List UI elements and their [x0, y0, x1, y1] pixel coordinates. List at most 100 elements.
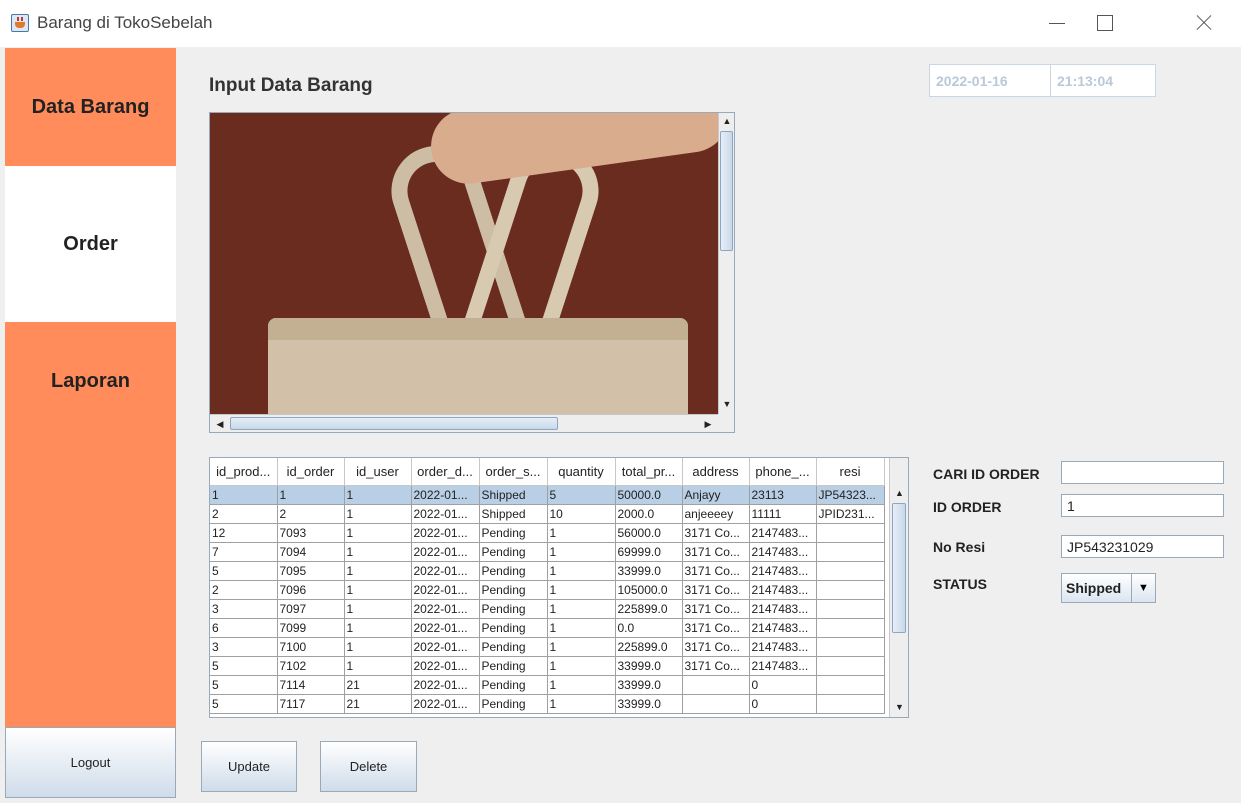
delete-button[interactable]: Delete	[320, 741, 417, 792]
maximize-icon[interactable]	[1081, 0, 1127, 47]
table-cell[interactable]: 33999.0	[615, 694, 683, 714]
table-cell[interactable]: 3171 Co...	[682, 637, 750, 657]
table-cell[interactable]: 2022-01...	[411, 523, 480, 543]
table-cell[interactable]	[816, 561, 885, 581]
table-row[interactable]: 3 7097 1 2022-01... Pending 1 225899.0 3171 Co.…	[210, 599, 885, 619]
table-cell[interactable]: 3	[210, 599, 278, 619]
table-cell[interactable]: 1	[277, 485, 345, 505]
table-row[interactable]: 6 7099 1 2022-01... Pending 1 0.0 3171 Co... 214…	[210, 618, 885, 638]
table-cell[interactable]: 2022-01...	[411, 542, 480, 562]
table-cell[interactable]: 2022-01...	[411, 637, 480, 657]
table-cell[interactable]: 2022-01...	[411, 618, 480, 638]
table-cell[interactable]	[682, 675, 750, 695]
table-cell[interactable]: 2147483...	[749, 618, 817, 638]
table-cell[interactable]: 2022-01...	[411, 504, 480, 524]
table-cell[interactable]: 2022-01...	[411, 656, 480, 676]
table-cell[interactable]: Anjayy	[682, 485, 750, 505]
table-cell[interactable]: 3171 Co...	[682, 599, 750, 619]
table-cell[interactable]: 1	[344, 580, 412, 600]
table-cell[interactable]: 2147483...	[749, 580, 817, 600]
table-cell[interactable]	[816, 599, 885, 619]
scroll-up-icon[interactable]: ▲	[891, 485, 908, 501]
table-cell[interactable]: Shipped	[479, 485, 548, 505]
table-cell[interactable]: 12	[210, 523, 278, 543]
scroll-left-icon[interactable]: ◀	[212, 416, 228, 432]
table-cell[interactable]: 1	[547, 561, 616, 581]
status-dropdown[interactable]: Shipped ▼	[1061, 573, 1156, 603]
table-cell[interactable]	[816, 694, 885, 714]
column-header[interactable]: address	[682, 458, 750, 486]
table-cell[interactable]: 3171 Co...	[682, 580, 750, 600]
table-cell[interactable]: 21	[344, 675, 412, 695]
column-header[interactable]: total_pr...	[615, 458, 683, 486]
table-cell[interactable]: 3171 Co...	[682, 618, 750, 638]
table-cell[interactable]: 33999.0	[615, 656, 683, 676]
column-header[interactable]: id_prod...	[210, 458, 278, 486]
table-cell[interactable]: 1	[547, 523, 616, 543]
table-cell[interactable]: 2022-01...	[411, 561, 480, 581]
table-cell[interactable]: 3171 Co...	[682, 561, 750, 581]
chevron-down-icon[interactable]: ▼	[1131, 574, 1155, 602]
table-cell[interactable]: 2	[210, 580, 278, 600]
table-cell[interactable]: Pending	[479, 580, 548, 600]
scroll-thumb[interactable]	[720, 131, 733, 251]
column-header[interactable]: id_order	[277, 458, 345, 486]
table-cell[interactable]: 2022-01...	[411, 599, 480, 619]
table-cell[interactable]: 5	[210, 675, 278, 695]
table-cell[interactable]: 2147483...	[749, 656, 817, 676]
table-cell[interactable]	[816, 675, 885, 695]
table-cell[interactable]: 1	[547, 580, 616, 600]
table-cell[interactable]: 1	[344, 504, 412, 524]
column-header[interactable]: order_s...	[479, 458, 548, 486]
table-cell[interactable]: Pending	[479, 618, 548, 638]
close-icon[interactable]	[1180, 0, 1226, 47]
column-header[interactable]: order_d...	[411, 458, 480, 486]
table-cell[interactable]: 1	[344, 523, 412, 543]
table-cell[interactable]: 0	[749, 694, 817, 714]
table-cell[interactable]: 10	[547, 504, 616, 524]
table-cell[interactable]: Pending	[479, 694, 548, 714]
minimize-icon[interactable]	[1034, 0, 1080, 47]
no-resi-input[interactable]	[1061, 535, 1224, 558]
table-cell[interactable]	[682, 694, 750, 714]
table-cell[interactable]: 3171 Co...	[682, 523, 750, 543]
table-cell[interactable]: 11111	[749, 504, 817, 524]
table-cell[interactable]	[816, 580, 885, 600]
table-cell[interactable]: 2147483...	[749, 561, 817, 581]
table-cell[interactable]: 1	[344, 637, 412, 657]
table-cell[interactable]: 2022-01...	[411, 485, 480, 505]
table-cell[interactable]: 7099	[277, 618, 345, 638]
table-cell[interactable]: 3	[210, 637, 278, 657]
logout-button[interactable]: Logout	[5, 727, 176, 798]
table-cell[interactable]: 1	[344, 656, 412, 676]
sidebar-item-laporan[interactable]: Laporan	[5, 322, 176, 440]
table-cell[interactable]: 1	[547, 599, 616, 619]
table-cell[interactable]: 2000.0	[615, 504, 683, 524]
table-cell[interactable]: 3171 Co...	[682, 656, 750, 676]
table-cell[interactable]: 1	[547, 675, 616, 695]
table-cell[interactable]: 2147483...	[749, 599, 817, 619]
table-row[interactable]: 5 7117 21 2022-01... Pending 1 33999.0 0	[210, 694, 885, 714]
column-header[interactable]: quantity	[547, 458, 616, 486]
scroll-thumb[interactable]	[892, 503, 906, 633]
scroll-up-icon[interactable]: ▲	[720, 113, 734, 129]
table-row[interactable]: 5 7114 21 2022-01... Pending 1 33999.0 0	[210, 675, 885, 695]
table-cell[interactable]: 1	[547, 656, 616, 676]
table-cell[interactable]	[816, 656, 885, 676]
sidebar-item-data-barang[interactable]: Data Barang	[5, 48, 176, 166]
table-cell[interactable]: 0	[749, 675, 817, 695]
table-cell[interactable]: 7100	[277, 637, 345, 657]
sidebar-item-order[interactable]: Order	[5, 166, 176, 322]
table-cell[interactable]: 1	[547, 694, 616, 714]
table-row[interactable]: 2 2 1 2022-01... Shipped 10 2000.0 anjeeeey 1111…	[210, 504, 885, 524]
table-cell[interactable]: 1	[547, 542, 616, 562]
table-cell[interactable]: 6	[210, 618, 278, 638]
table-cell[interactable]: 5	[210, 694, 278, 714]
table-cell[interactable]: 105000.0	[615, 580, 683, 600]
scroll-down-icon[interactable]: ▼	[891, 699, 908, 715]
table-cell[interactable]: 225899.0	[615, 599, 683, 619]
table-vertical-scrollbar[interactable]: ▲ ▼	[889, 458, 908, 717]
table-cell[interactable]	[816, 542, 885, 562]
image-vertical-scrollbar[interactable]: ▲ ▼	[718, 113, 734, 414]
column-header[interactable]: resi	[816, 458, 885, 486]
